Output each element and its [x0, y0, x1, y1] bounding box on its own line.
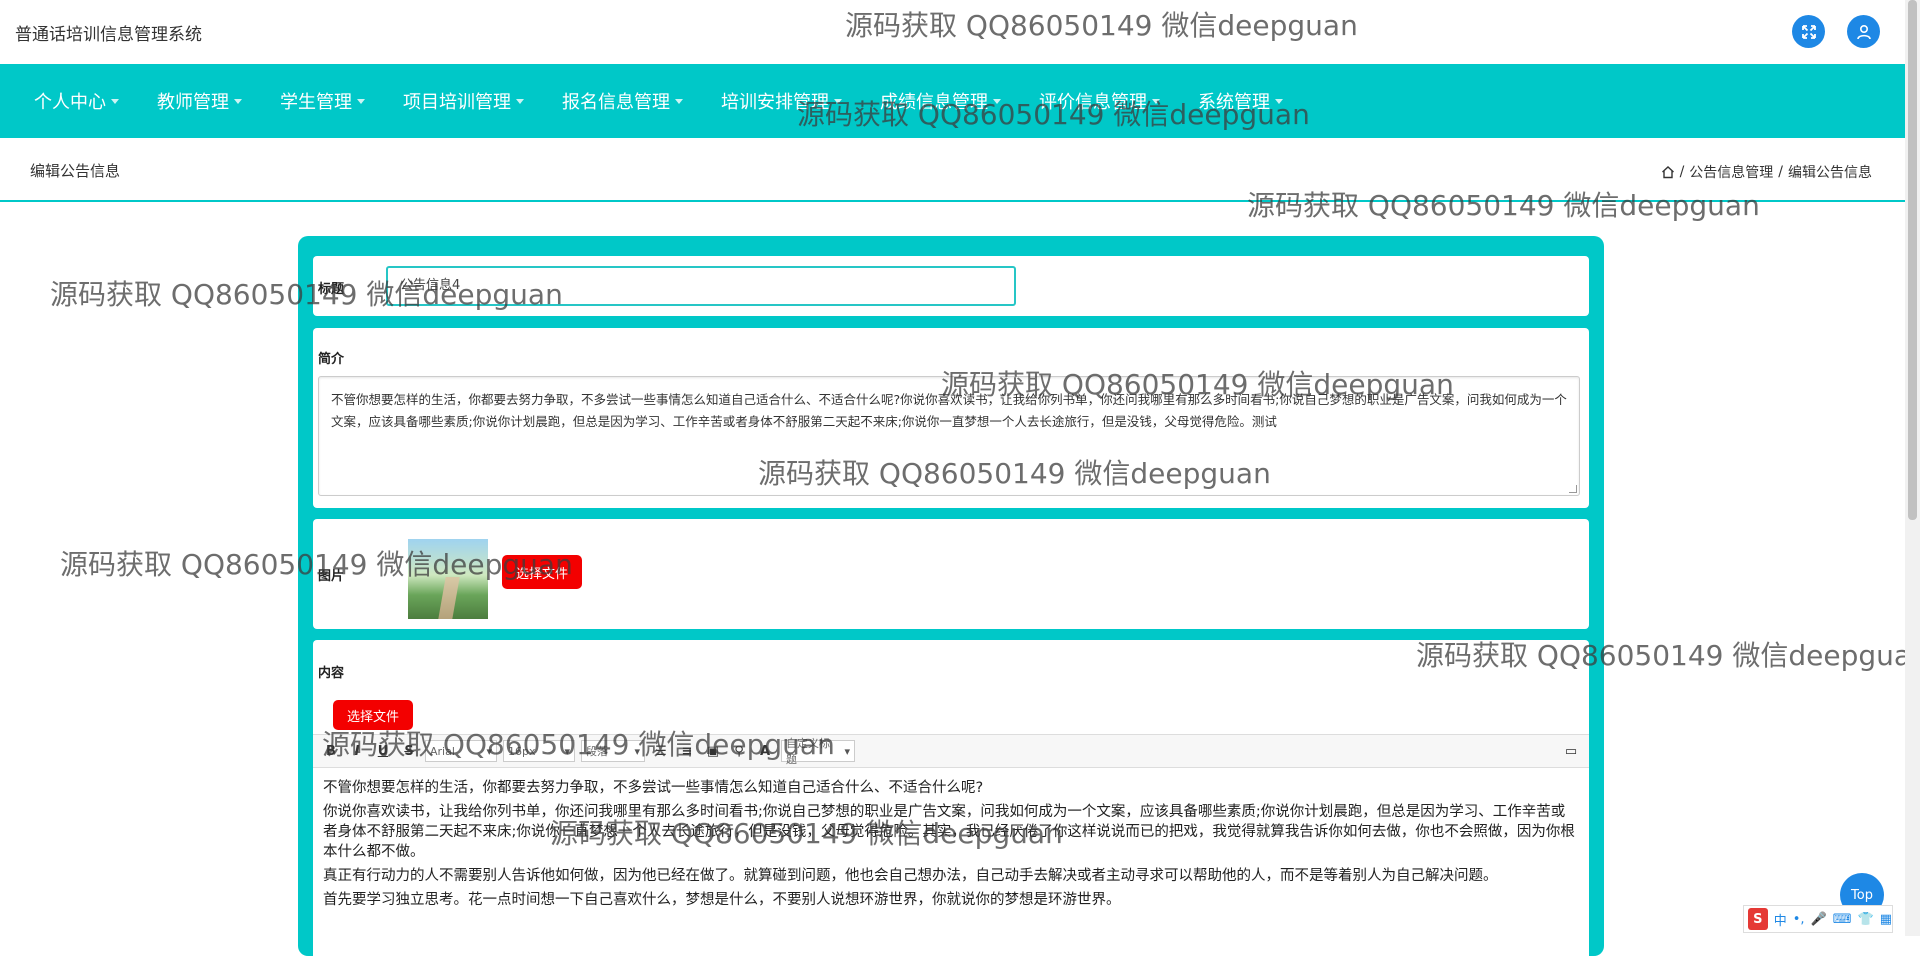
- caret-down-icon: [1152, 98, 1160, 104]
- title-label: 标题: [318, 282, 345, 297]
- nav-item-enrollment[interactable]: 报名信息管理: [562, 88, 683, 114]
- content-editor[interactable]: 不管你想要怎样的生活，你都要去努力争取，不多尝试一些事情怎么知道自己适合什么、不…: [313, 772, 1589, 920]
- nav-item-evaluation[interactable]: 评价信息管理: [1039, 88, 1160, 114]
- expand-icon: [1801, 24, 1816, 39]
- scrollbar-thumb[interactable]: [1908, 0, 1917, 520]
- editor-toolbar: B I U S Arial 16px 段落 ☰ ≡ ▣ ⚲ A 自定义标题 ▭: [313, 734, 1589, 768]
- font-family-select[interactable]: Arial: [425, 740, 497, 762]
- caret-down-icon: [1275, 98, 1283, 104]
- breadcrumb-level2: 编辑公告信息: [1788, 165, 1872, 181]
- list-icon[interactable]: ☰: [651, 741, 671, 761]
- underline-icon[interactable]: U: [373, 741, 393, 761]
- nav-item-schedule[interactable]: 培训安排管理: [721, 88, 842, 114]
- caret-down-icon: [993, 98, 1001, 104]
- caret-down-icon: [675, 98, 683, 104]
- intro-field-card: 简介 不管你想要怎样的生活，你都要去努力争取，不多尝试一些事情怎么知道自己适合什…: [313, 328, 1589, 508]
- breadcrumb-level1[interactable]: 公告信息管理: [1689, 162, 1773, 182]
- nav-item-system[interactable]: 系统管理: [1198, 88, 1283, 114]
- paragraph-format-select[interactable]: 段落: [581, 740, 645, 762]
- custom-heading-select[interactable]: 自定义标题: [781, 737, 855, 766]
- resize-handle-icon[interactable]: [1569, 485, 1577, 493]
- page-title: 编辑公告信息: [30, 162, 121, 180]
- intro-text: 不管你想要怎样的生活，你都要去努力争取，不多尝试一些事情怎么知道自己适合什么、不…: [331, 392, 1567, 429]
- skin-icon[interactable]: 👕: [1858, 912, 1874, 927]
- caret-down-icon: [234, 98, 242, 104]
- image-icon[interactable]: ▣: [703, 741, 723, 761]
- top-header: 普通话培训信息管理系统: [0, 0, 1920, 64]
- nav-item-students[interactable]: 学生管理: [280, 88, 365, 114]
- font-size-select[interactable]: 16px: [503, 740, 575, 762]
- image-label: 图片: [318, 569, 345, 584]
- content-paragraph: 真正有行动力的人不需要别人告诉他如何做，因为他已经在做了。就算碰到问题，他也会自…: [323, 868, 1498, 884]
- breadcrumb-separator: /: [1679, 164, 1685, 180]
- content-label: 内容: [318, 666, 345, 681]
- user-menu-button[interactable]: [1847, 15, 1880, 48]
- content-field-card: 内容 选择文件 B I U S Arial 16px 段落 ☰ ≡ ▣ ⚲ A …: [313, 640, 1589, 970]
- keyboard-icon[interactable]: ⌨: [1833, 912, 1852, 927]
- main-nav: 个人中心 教师管理 学生管理 项目培训管理 报名信息管理 培训安排管理 成绩信息…: [0, 64, 1905, 138]
- caret-down-icon: [834, 98, 842, 104]
- nav-item-projects[interactable]: 项目培训管理: [403, 88, 524, 114]
- image-field-card: 图片 选择文件: [313, 519, 1589, 629]
- bold-icon[interactable]: B: [321, 741, 341, 761]
- image-thumbnail[interactable]: [408, 539, 488, 619]
- app-title: 普通话培训信息管理系统: [15, 25, 202, 45]
- breadcrumb: / 公告信息管理 / 编辑公告信息: [1661, 162, 1872, 182]
- punctuation-icon[interactable]: •,: [1793, 912, 1805, 927]
- content-choose-file-button[interactable]: 选择文件: [333, 700, 413, 730]
- image-choose-file-button[interactable]: 选择文件: [502, 555, 582, 589]
- nav-item-teachers[interactable]: 教师管理: [157, 88, 242, 114]
- ime-language[interactable]: 中: [1774, 910, 1787, 929]
- fullscreen-editor-icon[interactable]: ▭: [1561, 741, 1581, 761]
- content-paragraph: 首先要学习独立思考。花一点时间想一下自己喜欢什么，梦想是什么，不要别人说想环游世…: [323, 892, 1121, 908]
- caret-down-icon: [357, 98, 365, 104]
- text-color-icon[interactable]: A: [755, 741, 775, 761]
- caret-down-icon: [111, 98, 119, 104]
- strikethrough-icon[interactable]: S: [399, 741, 419, 761]
- title-input[interactable]: 公告信息4: [386, 266, 1016, 306]
- nav-item-personal-center[interactable]: 个人中心: [34, 88, 119, 114]
- home-icon[interactable]: [1661, 165, 1675, 179]
- link-icon[interactable]: ⚲: [729, 741, 749, 761]
- content-paragraph: 你说你喜欢读书，让我给你列书单，你还问我哪里有那么多时间看书;你说自己梦想的职业…: [323, 804, 1575, 860]
- caret-down-icon: [516, 98, 524, 104]
- page-header: 编辑公告信息 / 公告信息管理 / 编辑公告信息: [0, 138, 1905, 202]
- intro-label: 简介: [318, 352, 345, 367]
- italic-icon[interactable]: I: [347, 741, 367, 761]
- align-icon[interactable]: ≡: [677, 741, 697, 761]
- nav-item-scores[interactable]: 成绩信息管理: [880, 88, 1001, 114]
- edit-form: 标题 公告信息4 简介 不管你想要怎样的生活，你都要去努力争取，不多尝试一些事情…: [298, 236, 1604, 970]
- ime-toolbar: S 中 •, 🎤 ⌨ 👕 ▦: [1743, 905, 1893, 933]
- sogou-logo-icon[interactable]: S: [1748, 908, 1768, 930]
- page-scrollbar[interactable]: [1905, 0, 1920, 936]
- breadcrumb-separator: /: [1778, 164, 1783, 180]
- microphone-icon[interactable]: 🎤: [1811, 912, 1827, 927]
- content-paragraph: 不管你想要怎样的生活，你都要去努力争取，不多尝试一些事情怎么知道自己适合什么、不…: [323, 780, 984, 796]
- title-field-card: 标题 公告信息4: [313, 256, 1589, 316]
- fullscreen-button[interactable]: [1792, 15, 1825, 48]
- grid-icon[interactable]: ▦: [1880, 912, 1892, 927]
- intro-textarea[interactable]: 不管你想要怎样的生活，你都要去努力争取，不多尝试一些事情怎么知道自己适合什么、不…: [318, 376, 1580, 496]
- user-icon: [1856, 24, 1871, 39]
